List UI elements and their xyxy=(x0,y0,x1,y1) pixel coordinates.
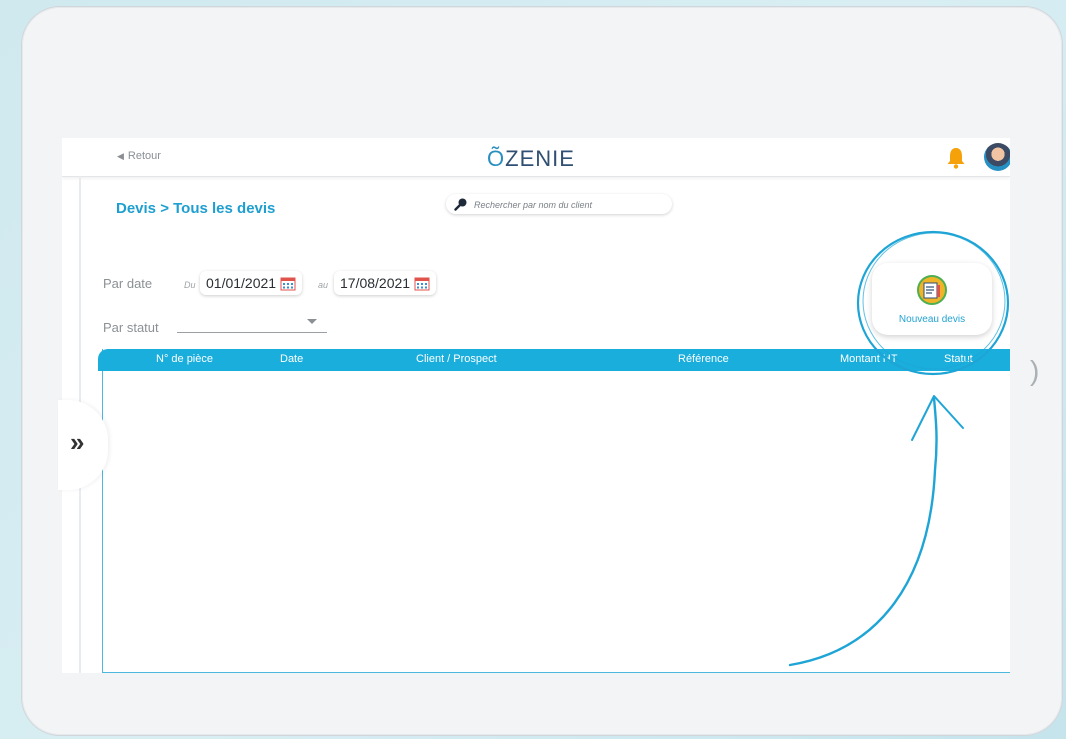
right-edge-handle: ) xyxy=(1030,355,1040,386)
from-label: Du xyxy=(184,280,196,290)
app-logo: ÕZENIE xyxy=(487,146,575,171)
double-chevron-right-icon: » xyxy=(70,427,85,457)
back-button[interactable]: ◀ Retour xyxy=(117,150,161,162)
table-header: N° de pièce Date Client / Prospect Référ… xyxy=(98,349,1010,371)
column-header[interactable]: Référence xyxy=(678,353,729,365)
new-quote-icon xyxy=(917,275,947,305)
bell-icon[interactable] xyxy=(944,146,968,170)
status-select[interactable] xyxy=(177,310,327,333)
column-header[interactable]: Client / Prospect xyxy=(416,353,497,365)
column-header[interactable]: Statut xyxy=(944,353,973,365)
date-filter-label: Par date xyxy=(103,276,153,291)
calendar-icon xyxy=(414,277,430,290)
quotes-table xyxy=(102,349,1010,673)
status-filter-label: Par statut xyxy=(103,320,159,335)
new-quote-label: Nouveau devis xyxy=(898,314,966,325)
column-header[interactable]: Montant HT xyxy=(840,353,897,365)
search-icon xyxy=(454,198,467,211)
user-avatar[interactable] xyxy=(984,143,1010,171)
to-label: au xyxy=(318,280,329,290)
app-screen: ◀Retour ÕZENIE Devis > Tous les devis Pa… xyxy=(62,138,1010,673)
back-arrow-icon: ◀ xyxy=(117,151,124,161)
new-quote-button[interactable]: Nouveau devis xyxy=(872,263,992,335)
chevron-down-icon xyxy=(307,319,317,324)
search-input[interactable] xyxy=(472,196,671,214)
app-bar: ◀ Retour ÕZENIE xyxy=(62,138,1010,177)
end-date-field[interactable]: 17/08/2021 xyxy=(334,271,436,295)
column-header[interactable]: N° de pièce xyxy=(156,353,213,365)
column-header[interactable]: Date xyxy=(280,353,303,365)
start-date-field[interactable]: 01/01/2021 xyxy=(200,271,302,295)
back-label: Retour xyxy=(127,150,161,162)
calendar-icon xyxy=(280,277,296,290)
breadcrumb[interactable]: Devis > Tous les devis xyxy=(116,200,275,217)
search-box[interactable] xyxy=(446,194,672,214)
